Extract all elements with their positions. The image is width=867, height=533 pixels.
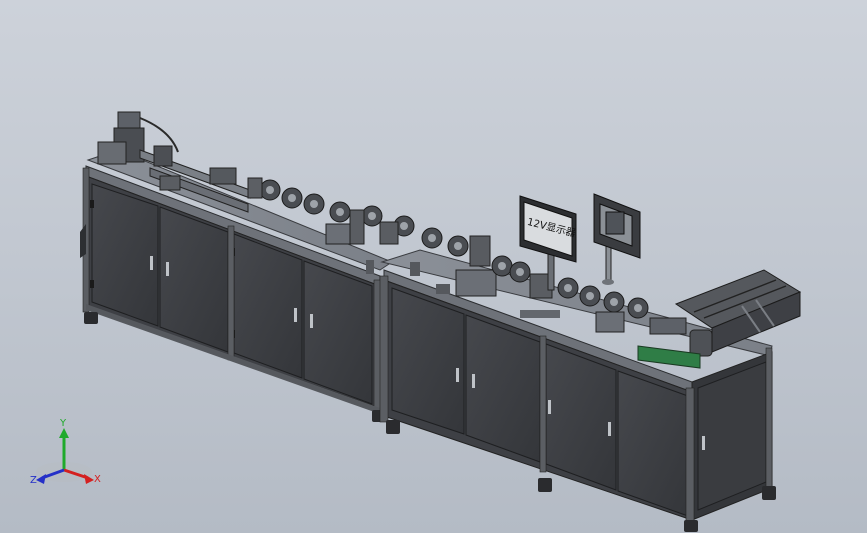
cabinet-door[interactable] bbox=[545, 343, 617, 491]
z-axis-label: Z bbox=[30, 475, 37, 486]
machine-model-render: 12V显示器 Y X Z bbox=[30, 111, 802, 532]
cabinet-door[interactable] bbox=[159, 206, 229, 353]
x-axis-label: X bbox=[94, 474, 101, 485]
cabinet-door[interactable] bbox=[91, 183, 159, 327]
y-axis-label: Y bbox=[59, 418, 67, 429]
cabinet-door[interactable] bbox=[391, 287, 465, 435]
cabinet-door[interactable] bbox=[617, 370, 689, 517]
orientation-triad: Y X Z bbox=[30, 418, 101, 486]
cabinet-door[interactable] bbox=[303, 260, 373, 405]
cabinet-door[interactable] bbox=[233, 233, 303, 379]
cad-viewport[interactable]: 12V显示器 Y X Z bbox=[0, 0, 867, 533]
hmi-touch-panel[interactable] bbox=[593, 193, 641, 285]
